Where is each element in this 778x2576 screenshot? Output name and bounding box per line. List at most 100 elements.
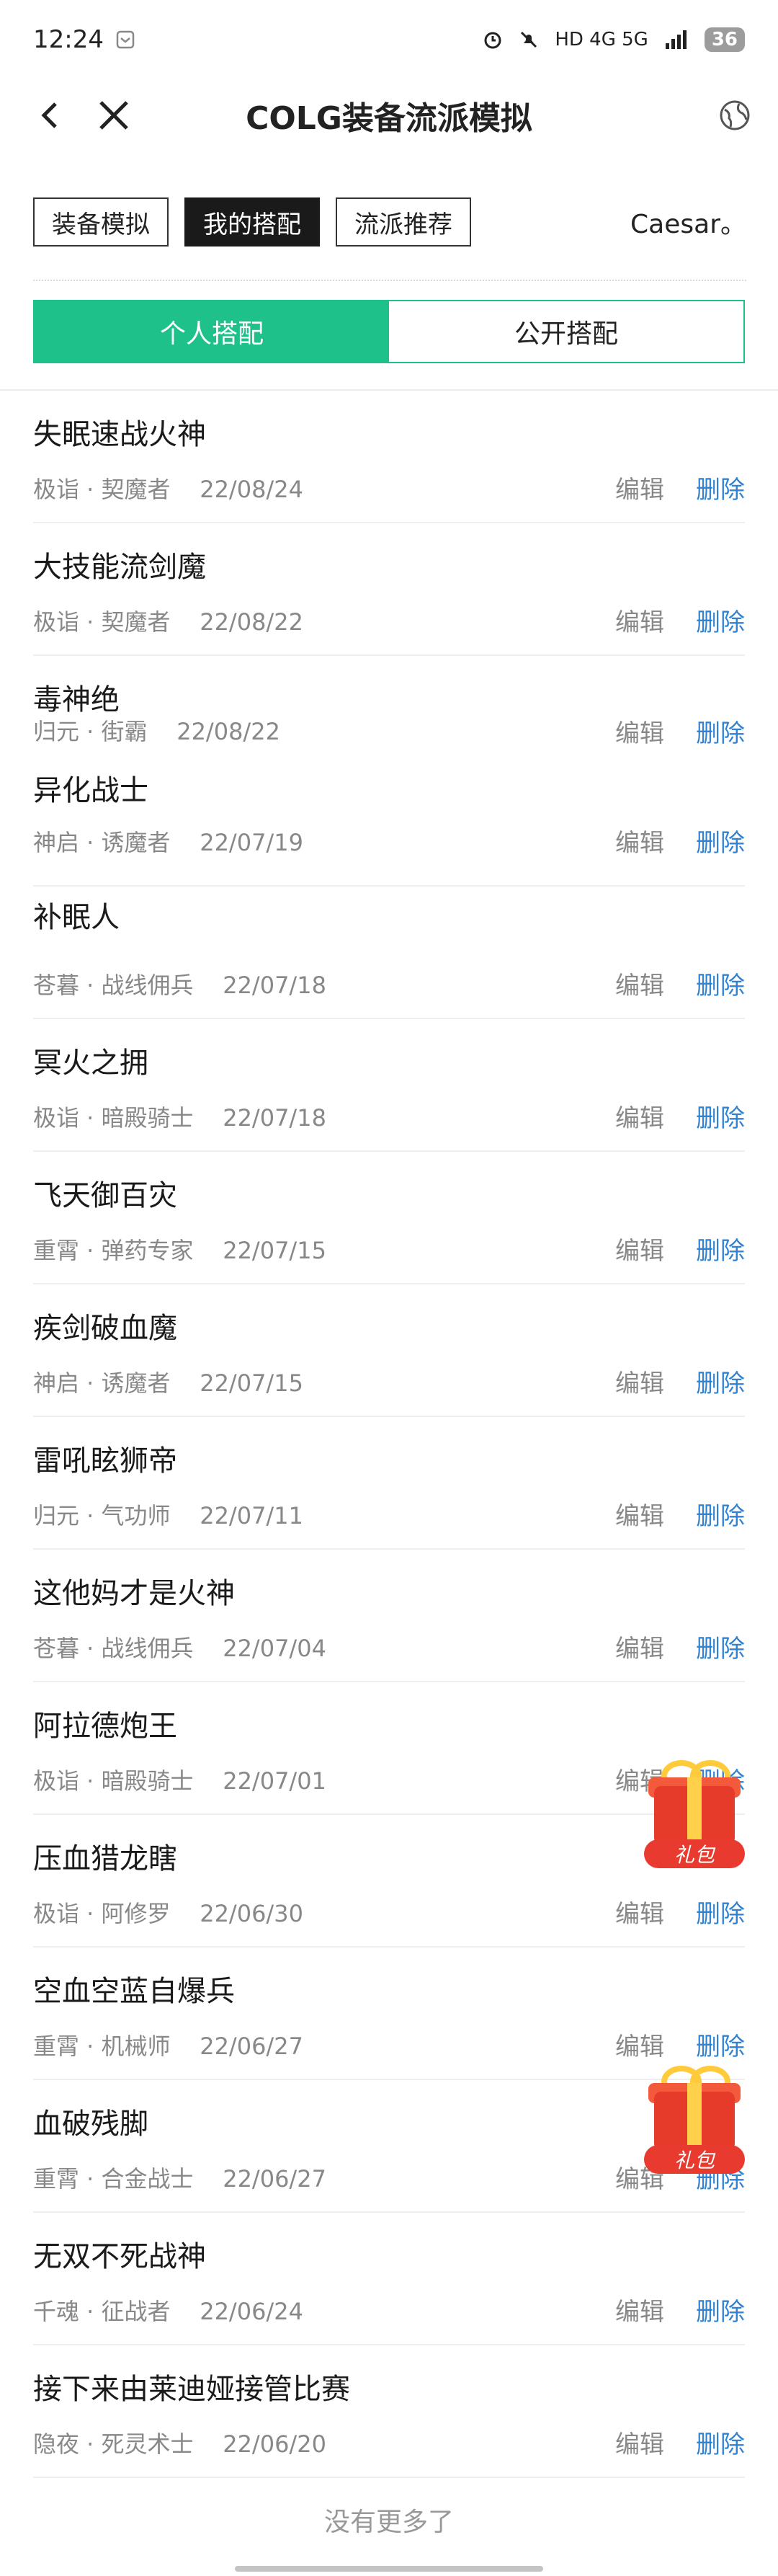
list-item[interactable]: 异化战士 神启 · 诱魔者 22/07/19 编辑 删除 bbox=[33, 764, 745, 887]
alarm-icon bbox=[484, 32, 501, 49]
list-item[interactable]: 空血空蓝自爆兵 重霄 · 机械师 22/06/27 编辑 删除 bbox=[33, 1947, 745, 2080]
edit-button[interactable]: 编辑 bbox=[615, 470, 664, 505]
edit-button[interactable]: 编辑 bbox=[615, 714, 664, 749]
page-title: COLG装备流派模拟 bbox=[246, 100, 532, 137]
list-item[interactable]: 压血猎龙瞎 极诣 · 阿修罗 22/06/30 编辑 删除 bbox=[33, 1815, 745, 1947]
build-name: 失眠速战火神 bbox=[33, 418, 206, 451]
list-item[interactable]: 飞天御百灾 重霄 · 弹药专家 22/07/15 编辑 删除 bbox=[33, 1152, 745, 1284]
build-meta: 苍暮 · 战线佣兵 22/07/18 bbox=[33, 972, 326, 999]
build-name: 补眠人 bbox=[33, 901, 120, 934]
delete-button[interactable]: 删除 bbox=[696, 1894, 745, 1929]
delete-button[interactable]: 删除 bbox=[696, 2292, 745, 2327]
edit-button[interactable]: 编辑 bbox=[615, 1629, 664, 1664]
list-item[interactable]: 冥火之拥 极诣 · 暗殿骑士 22/07/18 编辑 删除 bbox=[33, 1019, 745, 1152]
gift-package-badge[interactable]: 礼包 bbox=[644, 1760, 745, 1868]
delete-button[interactable]: 删除 bbox=[696, 1496, 745, 1532]
edit-button[interactable]: 编辑 bbox=[615, 2425, 664, 2460]
mute-icon bbox=[521, 31, 537, 48]
globe-icon[interactable] bbox=[717, 98, 752, 133]
build-meta: 神启 · 诱魔者 22/07/19 bbox=[33, 829, 303, 856]
list-item[interactable]: 这他妈才是火神 苍暮 · 战线佣兵 22/07/04 编辑 删除 bbox=[33, 1550, 745, 1682]
edit-button[interactable]: 编辑 bbox=[615, 1364, 664, 1399]
build-name: 疾剑破血魔 bbox=[33, 1312, 177, 1345]
list-item[interactable]: 无双不死战神 千魂 · 征战者 22/06/24 编辑 删除 bbox=[33, 2213, 745, 2345]
edit-button[interactable]: 编辑 bbox=[615, 2027, 664, 2062]
gift-label: 礼包 bbox=[644, 1839, 745, 1868]
build-meta: 苍暮 · 战线佣兵 22/07/04 bbox=[33, 1635, 326, 1662]
list-item[interactable]: 疾剑破血魔 神启 · 诱魔者 22/07/15 编辑 删除 bbox=[33, 1284, 745, 1417]
build-meta: 归元 · 气功师 22/07/11 bbox=[33, 1502, 303, 1529]
gift-ribbon bbox=[687, 2083, 702, 2151]
tab-my-builds[interactable]: 我的搭配 bbox=[184, 197, 320, 247]
list-item[interactable]: 大技能流剑魔 极诣 · 契魔者 22/08/22 编辑 删除 bbox=[33, 523, 745, 656]
build-name: 压血猎龙瞎 bbox=[33, 1842, 177, 1875]
top-tabs: 装备模拟 我的搭配 流派推荐 Caesar。 bbox=[33, 197, 746, 247]
edit-button[interactable]: 编辑 bbox=[615, 823, 664, 858]
edit-button[interactable]: 编辑 bbox=[615, 603, 664, 638]
delete-button[interactable]: 删除 bbox=[696, 2027, 745, 2062]
build-name: 阿拉德炮王 bbox=[33, 1710, 177, 1743]
user-name[interactable]: Caesar。 bbox=[630, 203, 746, 241]
list-item[interactable]: 血破残脚 重霄 · 合金战士 22/06/27 编辑 删除 bbox=[33, 2080, 745, 2213]
build-meta: 极诣 · 契魔者 22/08/22 bbox=[33, 608, 303, 636]
home-indicator[interactable] bbox=[235, 2566, 543, 2572]
build-meta: 极诣 · 契魔者 22/08/24 bbox=[33, 476, 303, 503]
list-item[interactable]: 补眠人 苍暮 · 战线佣兵 22/07/18 编辑 删除 bbox=[33, 887, 745, 1019]
build-meta: 极诣 · 阿修罗 22/06/30 bbox=[33, 1900, 303, 1927]
list-item[interactable]: 失眠速战火神 极诣 · 契魔者 22/08/24 编辑 删除 bbox=[33, 391, 745, 523]
build-name: 无双不死战神 bbox=[33, 2240, 206, 2273]
edit-button[interactable]: 编辑 bbox=[615, 1098, 664, 1134]
gift-label: 礼包 bbox=[644, 2145, 745, 2174]
build-name: 血破残脚 bbox=[33, 2108, 148, 2141]
build-name: 大技能流剑魔 bbox=[33, 551, 206, 584]
edit-button[interactable]: 编辑 bbox=[615, 1496, 664, 1532]
build-meta: 重霄 · 合金战士 22/06/27 bbox=[33, 2165, 326, 2193]
list-item[interactable]: 雷吼眩狮帝 归元 · 气功师 22/07/11 编辑 删除 bbox=[33, 1417, 745, 1550]
delete-button[interactable]: 删除 bbox=[696, 470, 745, 505]
edit-button[interactable]: 编辑 bbox=[615, 1231, 664, 1266]
notification-icon bbox=[116, 30, 135, 49]
delete-button[interactable]: 删除 bbox=[696, 1098, 745, 1134]
build-name: 雷吼眩狮帝 bbox=[33, 1444, 177, 1478]
delete-button[interactable]: 删除 bbox=[696, 966, 745, 1001]
signal-icon bbox=[665, 30, 687, 49]
delete-button[interactable]: 删除 bbox=[696, 823, 745, 858]
delete-button[interactable]: 删除 bbox=[696, 714, 745, 749]
title-bar: COLG装备流派模拟 bbox=[0, 79, 778, 151]
network-indicators: HD 4G 5G bbox=[555, 29, 648, 50]
gift-package-badge[interactable]: 礼包 bbox=[644, 2066, 745, 2174]
build-name: 毒神绝 bbox=[33, 683, 120, 716]
edit-button[interactable]: 编辑 bbox=[615, 1894, 664, 1929]
list-item[interactable]: 阿拉德炮王 极诣 · 暗殿骑士 22/07/01 编辑 删除 bbox=[33, 1682, 745, 1815]
edit-button[interactable]: 编辑 bbox=[615, 2292, 664, 2327]
build-name: 这他妈才是火神 bbox=[33, 1577, 235, 1610]
edit-button[interactable]: 编辑 bbox=[615, 966, 664, 1001]
status-bar: 12:24 HD 4G 5G 36 bbox=[0, 0, 778, 79]
build-name: 飞天御百灾 bbox=[33, 1179, 177, 1212]
status-right: HD 4G 5G 36 bbox=[483, 27, 745, 52]
build-meta: 神启 · 诱魔者 22/07/15 bbox=[33, 1369, 303, 1397]
tab-equipment-sim[interactable]: 装备模拟 bbox=[33, 197, 169, 247]
build-name: 接下来由莱迪娅接管比赛 bbox=[33, 2373, 350, 2406]
delete-button[interactable]: 删除 bbox=[696, 603, 745, 638]
segment-public[interactable]: 公开搭配 bbox=[389, 301, 743, 362]
delete-button[interactable]: 删除 bbox=[696, 1364, 745, 1399]
segment-personal[interactable]: 个人搭配 bbox=[35, 301, 389, 362]
list-end-text: 没有更多了 bbox=[323, 2508, 454, 2537]
build-meta: 极诣 · 暗殿骑士 22/07/18 bbox=[33, 1104, 326, 1132]
list-item[interactable]: 毒神绝 归元 · 街霸 22/08/22 编辑 删除 bbox=[33, 656, 745, 764]
build-meta: 归元 · 街霸 22/08/22 bbox=[33, 718, 280, 745]
build-meta: 重霄 · 机械师 22/06/27 bbox=[33, 2033, 303, 2060]
build-name: 空血空蓝自爆兵 bbox=[33, 1975, 235, 2008]
build-name: 冥火之拥 bbox=[33, 1047, 148, 1080]
build-meta: 隐夜 · 死灵术士 22/06/20 bbox=[33, 2430, 326, 2458]
status-left: 12:24 bbox=[33, 25, 135, 54]
delete-button[interactable]: 删除 bbox=[696, 1231, 745, 1266]
build-meta: 千魂 · 征战者 22/06/24 bbox=[33, 2298, 303, 2325]
delete-button[interactable]: 删除 bbox=[696, 1629, 745, 1664]
tab-recommended[interactable]: 流派推荐 bbox=[336, 197, 471, 247]
build-meta: 重霄 · 弹药专家 22/07/15 bbox=[33, 1237, 326, 1264]
list-item[interactable]: 接下来由莱迪娅接管比赛 隐夜 · 死灵术士 22/06/20 编辑 删除 bbox=[33, 2345, 745, 2478]
delete-button[interactable]: 删除 bbox=[696, 2425, 745, 2460]
battery-indicator: 36 bbox=[704, 27, 745, 52]
